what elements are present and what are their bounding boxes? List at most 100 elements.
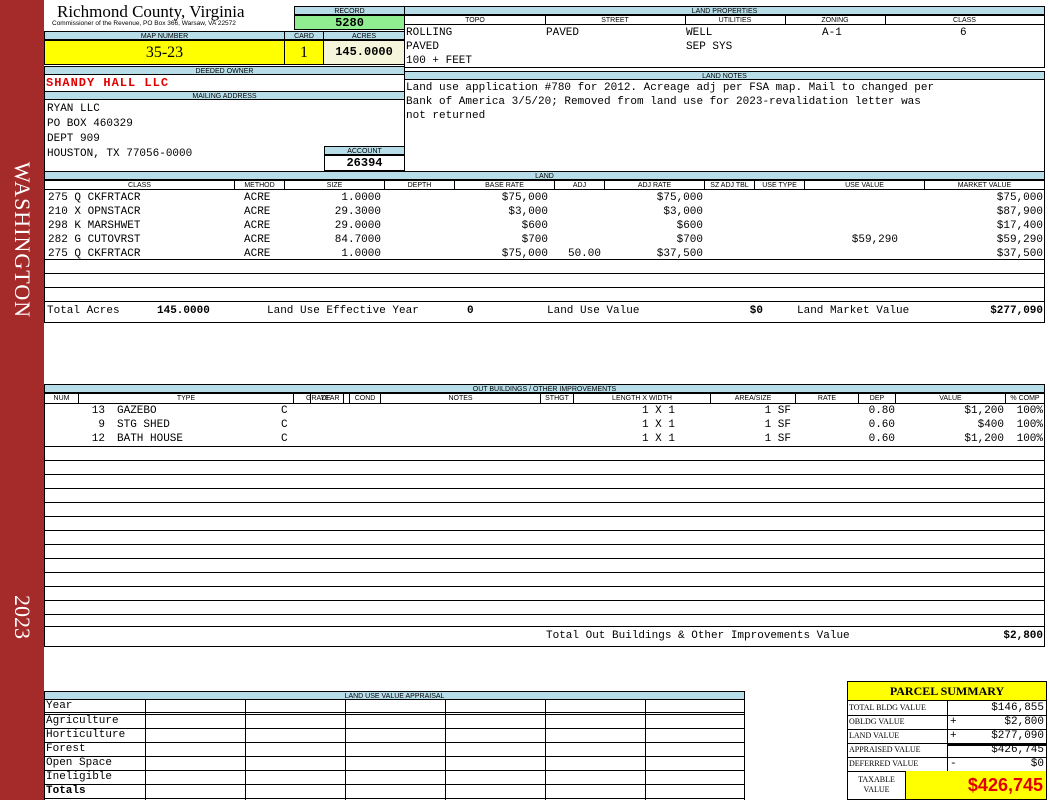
col-num: NUM (45, 394, 79, 403)
col-pct-comp: % COMP (1010, 395, 1040, 402)
summary-label: OBLDG VALUE (849, 717, 905, 726)
land-class: 275 Q CKFRTACR (48, 192, 141, 204)
col-base-rate: BASE RATE (455, 181, 555, 190)
col-sthgt: STHGT (541, 394, 574, 403)
ob-length-width: 1 X 1 (641, 405, 675, 417)
land-base-rate: $75,000 (501, 248, 548, 260)
land-base-rate: $75,000 (501, 192, 548, 204)
parcel-summary: PARCEL SUMMARY TOTAL BLDG VALUE $146,855… (847, 681, 1047, 800)
taxable-value-label: TAXABLE VALUE (848, 771, 905, 799)
acres-header: ACRES (323, 31, 405, 40)
summary-label: APPRAISED VALUE (849, 745, 921, 754)
ob-value: $400 (977, 419, 1004, 431)
land-class: 210 X OPNSTACR (48, 206, 141, 218)
card-number: 1 (284, 40, 324, 65)
land-use-value: $59,290 (851, 234, 898, 246)
land-market-value: $17,400 (996, 220, 1043, 232)
land-use-appraisal-header: LAND USE VALUE APPRAISAL (44, 691, 745, 700)
acres-value: 145.0000 (323, 40, 405, 65)
land-base-rate: $700 (521, 234, 548, 246)
land-use-appraisal-table: Year Agriculture Horticulture Forest Ope… (44, 700, 745, 800)
summary-value: $426,745 (991, 744, 1044, 756)
land-properties-body: ROLLING PAVED 100 + FEET PAVED WELL SEP … (404, 24, 1045, 68)
ob-length-width: 1 X 1 (641, 419, 675, 431)
ob-type: BATH HOUSE (117, 433, 184, 445)
land-class: 275 Q CKFRTACR (48, 248, 141, 260)
ob-value: $1,200 (964, 405, 1004, 417)
col-type: TYPE (79, 394, 294, 403)
outbuildings-header: OUT BUILDINGS / OTHER IMPROVEMENTS (44, 384, 1045, 393)
ob-dep: 0.80 (868, 405, 895, 417)
land-note-line: Land use application #780 for 2012. Acre… (406, 82, 935, 94)
mailing-address: RYAN LLC PO BOX 460329 DEPT 909 HOUSTON,… (47, 102, 192, 162)
land-base-rate: $600 (521, 220, 548, 232)
land-size: 1.0000 (341, 192, 381, 204)
land-adj-rate: $600 (676, 220, 703, 232)
ob-grade: C (281, 433, 288, 445)
land-method: ACRE (244, 192, 271, 204)
col-dep: DEP (859, 394, 896, 403)
col-land-class: CLASS (45, 181, 235, 190)
taxable-label-line: TAXABLE (858, 775, 895, 784)
land-market-value-label: Land Market Value (797, 305, 910, 317)
ob-area: 1 SF (764, 419, 791, 431)
year-label: 2023 (10, 595, 35, 639)
account-value: 26394 (324, 155, 405, 171)
ob-pct-comp: 100% (1016, 405, 1043, 417)
mailing-address-header: MAILING ADDRESS (44, 91, 405, 100)
ob-dep: 0.60 (868, 433, 895, 445)
land-note-line: Bank of America 3/5/20; Removed from lan… (406, 96, 921, 108)
ob-length-width: 1 X 1 (641, 433, 675, 445)
col-adj: ADJ (555, 181, 605, 190)
ob-grade: C (281, 419, 288, 431)
record-header: RECORD (294, 6, 405, 15)
land-market-value: $59,290 (996, 234, 1043, 246)
appraisal-totals-label: Totals (46, 785, 86, 797)
parcel-summary-title: PARCEL SUMMARY (848, 682, 1046, 701)
ob-area: 1 SF (764, 433, 791, 445)
ob-pct-comp: 100% (1016, 419, 1043, 431)
land-class: 282 G CUTOVRST (48, 234, 141, 246)
land-adj: 50.00 (567, 248, 601, 260)
summary-value: $0 (1030, 758, 1044, 770)
land-columns: CLASS METHOD SIZE DEPTH BASE RATE ADJ AD… (44, 180, 1045, 190)
land-size: 1.0000 (341, 248, 381, 260)
county-name: Richmond County, Virginia (57, 2, 245, 21)
col-market-value: MARKET VALUE (957, 182, 1012, 189)
summary-label: LAND VALUE (849, 731, 900, 740)
land-properties-header: LAND PROPERTIES (404, 6, 1045, 15)
col-notes: NOTES (381, 394, 541, 403)
land-adj-rate: $3,000 (663, 206, 703, 218)
land-method: ACRE (244, 206, 271, 218)
land-adj-rate: $37,500 (656, 248, 703, 260)
land-method: ACRE (244, 220, 271, 232)
land-market-value: $75,000 (996, 192, 1043, 204)
col-use-type: USE TYPE (755, 181, 805, 190)
col-depth: DEPTH (385, 181, 455, 190)
land-use-value-total: $0 (749, 305, 763, 317)
appraisal-row-label: Open Space (46, 757, 113, 769)
account-header: ACCOUNT (324, 146, 405, 155)
land-market-value: $87,900 (996, 206, 1043, 218)
land-market-value: $37,500 (996, 248, 1043, 260)
mailing-line: DEPT 909 (47, 133, 100, 145)
col-rate: RATE (796, 394, 859, 403)
utilities-value: WELL (686, 27, 713, 39)
land-use-effective-year: 0 (467, 305, 474, 317)
col-area-size: AREA/SIZE (711, 394, 796, 403)
land-method: ACRE (244, 248, 271, 260)
col-use-value: USE VALUE (805, 181, 925, 190)
deeded-owner: SHANDY HALL LLC (46, 76, 170, 90)
land-adj-rate: $75,000 (656, 192, 703, 204)
ob-num: 12 (91, 433, 105, 445)
col-year: YEAR (310, 394, 350, 403)
mailing-line: PO BOX 460329 (47, 118, 133, 130)
map-number-header: MAP NUMBER (44, 31, 285, 40)
total-acres-label: Total Acres (47, 305, 120, 317)
zoning-value: A-1 (822, 27, 842, 39)
col-cond: COND (350, 394, 381, 403)
card-header: CARD (284, 31, 324, 40)
col-length-width: LENGTH X WIDTH (574, 394, 711, 403)
col-value: VALUE (896, 394, 1006, 403)
col-method: METHOD (235, 181, 285, 190)
